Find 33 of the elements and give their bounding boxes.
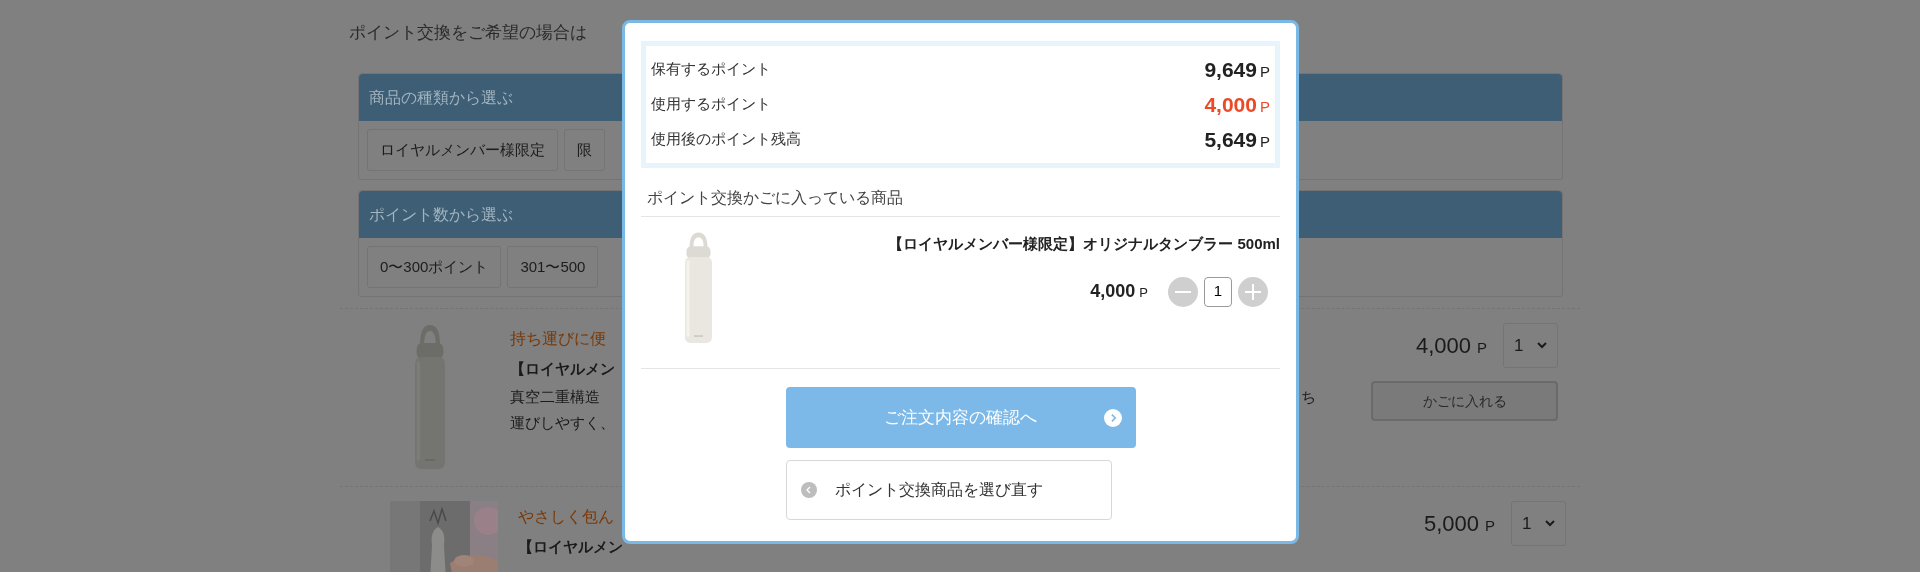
cart-title: ポイント交換かごに入っている商品 [641, 186, 1280, 217]
increase-button[interactable] [1238, 276, 1268, 307]
product-price: 5,000 P [1423, 510, 1495, 538]
caret-icon [1537, 342, 1547, 349]
filter-chip[interactable]: 301〜500 [507, 246, 599, 288]
back-button[interactable]: ポイント交換商品を選び直す [786, 460, 1112, 520]
product-catch: やさしく包ん [518, 507, 615, 527]
quantity-select[interactable]: 1 [1503, 323, 1558, 368]
points-value: 5,649 P [1204, 126, 1270, 153]
description-text: 運びしやすく、 [510, 413, 615, 433]
product-name: 【ロイヤルメン [510, 359, 616, 379]
product-catch: 持ち運びに便 [510, 329, 607, 349]
filter-chip[interactable]: 限 [564, 129, 605, 171]
cart-item-price: 4,000 P [1090, 280, 1148, 303]
description-text: ち [1301, 387, 1316, 407]
description-text: 真空二重構造 [510, 387, 600, 407]
intro-text: ポイント交換をご希望の場合は [349, 22, 588, 44]
caret-icon [1545, 520, 1555, 527]
quantity-field[interactable]: 1 [1204, 276, 1232, 307]
decrease-button[interactable] [1168, 276, 1198, 307]
points-label: 使用後のポイント残高 [651, 129, 801, 150]
filter-chip[interactable]: 0〜300ポイント [367, 246, 502, 288]
product-price: 4,000 P [1415, 332, 1487, 360]
quantity-select[interactable]: 1 [1511, 501, 1566, 546]
chevron-left-icon [801, 482, 817, 498]
chevron-right-icon [1103, 409, 1122, 427]
points-label: 使用するポイント [651, 94, 771, 115]
filter-chip[interactable]: ロイヤルメンバー様限定 [367, 129, 558, 171]
plus-icon [1245, 283, 1261, 300]
add-to-cart-button[interactable]: かごに入れる [1371, 381, 1558, 421]
product-name: 【ロイヤルメン [518, 537, 624, 557]
points-value: 4,000 P [1204, 91, 1270, 118]
minus-icon [1175, 290, 1191, 293]
